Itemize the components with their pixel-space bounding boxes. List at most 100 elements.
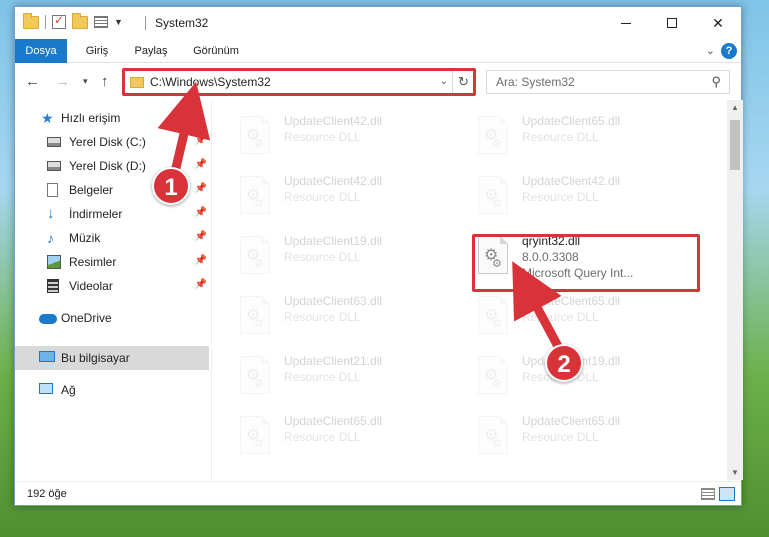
- sidebar-item-local-disk-c[interactable]: Yerel Disk (C:) 📌: [15, 130, 209, 154]
- file-name: UpdateClient42.dll: [522, 174, 621, 188]
- sidebar-item-this-pc[interactable]: Bu bilgisayar: [15, 346, 209, 370]
- file-name: UpdateClient42.dll: [284, 174, 383, 188]
- file-tile[interactable]: ⚙ ⚙ UpdateClient42.dll Resource DLL: [212, 168, 436, 228]
- sidebar-item-label: Yerel Disk (D:): [69, 159, 146, 173]
- file-tile[interactable]: ⚙ ⚙ UpdateClient42.dll Resource DLL: [212, 108, 436, 168]
- file-name: UpdateClient21.dll: [284, 354, 383, 368]
- dll-file-icon: ⚙ ⚙: [478, 176, 510, 216]
- pin-icon: 📌: [194, 279, 207, 290]
- dll-file-icon: ⚙ ⚙: [478, 296, 510, 336]
- sidebar-item-network[interactable]: Ağ: [15, 378, 209, 402]
- file-list: ⚙ ⚙ UpdateClient42.dll Resource DLL ⚙ ⚙ Up…: [212, 100, 727, 480]
- vertical-scrollbar[interactable]: ▲ ▼: [727, 100, 743, 480]
- step-1-badge: 1: [152, 167, 190, 205]
- star-icon: ★: [41, 110, 54, 126]
- file-description: Resource DLL: [522, 310, 599, 324]
- item-count: 192 öğe: [27, 488, 67, 500]
- pictures-icon: [47, 255, 61, 269]
- file-tile[interactable]: ⚙⚙ UpdateClient19.dll Resource DLL: [212, 228, 436, 288]
- address-highlight-box: [122, 68, 476, 96]
- forward-button[interactable]: →: [55, 73, 70, 90]
- status-bar: 192 öğe: [15, 481, 741, 505]
- step-2-badge: 2: [545, 344, 583, 382]
- search-box[interactable]: Ara: System32 ⚲: [486, 70, 730, 94]
- file-tile[interactable]: ⚙ ⚙ UpdateClient65.dll Resource DLL: [450, 408, 674, 468]
- file-description: Resource DLL: [284, 310, 361, 324]
- file-name: UpdateClient65.dll: [522, 414, 621, 428]
- sidebar-item-label: Belgeler: [69, 183, 114, 197]
- document-icon: [47, 183, 58, 197]
- file-tile[interactable]: ⚙ ⚙ UpdateClient65.dll Resource DLL: [450, 288, 674, 348]
- sidebar-item-label: Müzik: [69, 231, 101, 245]
- sidebar-item-music[interactable]: ♪ Müzik 📌: [15, 226, 209, 250]
- close-button[interactable]: ✕: [695, 7, 741, 39]
- pin-icon: 📌: [194, 135, 207, 146]
- new-folder-icon[interactable]: [72, 12, 88, 29]
- dll-file-icon: ⚙ ⚙: [478, 416, 510, 456]
- help-icon[interactable]: ?: [721, 43, 737, 59]
- search-placeholder[interactable]: Ara: System32: [496, 75, 575, 89]
- file-description: Resource DLL: [284, 130, 361, 144]
- scroll-down-icon[interactable]: ▼: [731, 468, 739, 477]
- sidebar-item-onedrive[interactable]: OneDrive: [15, 306, 209, 330]
- back-button[interactable]: ←: [25, 73, 40, 90]
- file-name: UpdateClient65.dll: [284, 414, 383, 428]
- folder-icon: [23, 12, 39, 29]
- file-tile[interactable]: ⚙ ⚙ UpdateClient65.dll Resource DLL: [212, 408, 436, 468]
- pin-icon: 📌: [194, 207, 207, 218]
- view-icon[interactable]: [94, 16, 108, 28]
- tab-file[interactable]: Dosya: [15, 39, 67, 63]
- file-name: UpdateClient65.dll: [522, 114, 621, 128]
- pin-icon: 📌: [194, 183, 207, 194]
- recent-locations-button[interactable]: ▾: [83, 76, 88, 87]
- sidebar-item-label: Hızlı erişim: [61, 111, 121, 125]
- dll-file-icon: ⚙ ⚙: [478, 116, 510, 156]
- pin-icon: 📌: [194, 231, 207, 242]
- tab-share[interactable]: Paylaş: [125, 39, 177, 63]
- music-icon: ♪: [47, 230, 54, 246]
- file-description: Resource DLL: [284, 190, 361, 204]
- file-description: Resource DLL: [522, 130, 599, 144]
- search-icon[interactable]: ⚲: [711, 74, 721, 90]
- expand-ribbon-icon[interactable]: ⌄: [706, 44, 715, 57]
- navigation-pane: ★ Hızlı erişim Yerel Disk (C:) 📌 Yerel D…: [15, 100, 211, 480]
- file-tile[interactable]: ⚙ ⚙ UpdateClient21.dll Resource DLL: [212, 348, 436, 408]
- sidebar-item-label: Bu bilgisayar: [61, 351, 130, 365]
- scroll-thumb[interactable]: [730, 120, 740, 170]
- network-icon: [39, 383, 53, 394]
- sidebar-item-label: Videolar: [69, 279, 113, 293]
- file-name: UpdateClient42.dll: [284, 114, 383, 128]
- up-button[interactable]: ↑: [101, 73, 109, 90]
- tab-view[interactable]: Görünüm: [183, 39, 249, 63]
- sidebar-item-downloads[interactable]: ↓ İndirmeler 📌: [15, 202, 209, 226]
- sidebar-item-quick-access[interactable]: ★ Hızlı erişim: [15, 106, 209, 130]
- file-description: Resource DLL: [284, 430, 361, 444]
- tab-home[interactable]: Giriş: [75, 39, 119, 63]
- customize-toolbar-icon[interactable]: ▼: [114, 17, 123, 27]
- sidebar-item-label: Ağ: [61, 383, 76, 397]
- title-separator: [145, 16, 146, 30]
- dll-file-icon: ⚙ ⚙: [240, 416, 272, 456]
- sidebar-item-label: Resimler: [69, 255, 117, 269]
- scroll-up-icon[interactable]: ▲: [731, 103, 739, 112]
- minimize-button[interactable]: [603, 7, 649, 39]
- properties-icon[interactable]: [52, 13, 66, 29]
- details-view-icon[interactable]: [701, 488, 715, 500]
- dll-file-icon: ⚙ ⚙: [240, 236, 272, 276]
- computer-icon: [39, 351, 55, 362]
- sidebar-item-label: Yerel Disk (C:): [69, 135, 146, 149]
- pin-icon: 📌: [194, 255, 207, 266]
- file-name: UpdateClient65.dll: [522, 294, 621, 308]
- file-tile[interactable]: ⚙ ⚙ UpdateClient65.dll Resource DLL: [450, 108, 674, 168]
- file-description: Resource DLL: [284, 370, 361, 384]
- dll-file-icon: ⚙ ⚙: [240, 116, 272, 156]
- file-description: Resource DLL: [522, 430, 599, 444]
- sidebar-item-pictures[interactable]: Resimler 📌: [15, 250, 209, 274]
- tiles-view-icon[interactable]: [719, 487, 735, 501]
- sidebar-item-videos[interactable]: Videolar 📌: [15, 274, 209, 298]
- disk-icon: [47, 137, 61, 147]
- file-tile[interactable]: ⚙ ⚙ UpdateClient42.dll Resource DLL: [450, 168, 674, 228]
- file-tile[interactable]: ⚙ ⚙ UpdateClient63.dll Resource DLL: [212, 288, 436, 348]
- file-description: Resource DLL: [284, 250, 361, 264]
- maximize-button[interactable]: [649, 7, 695, 39]
